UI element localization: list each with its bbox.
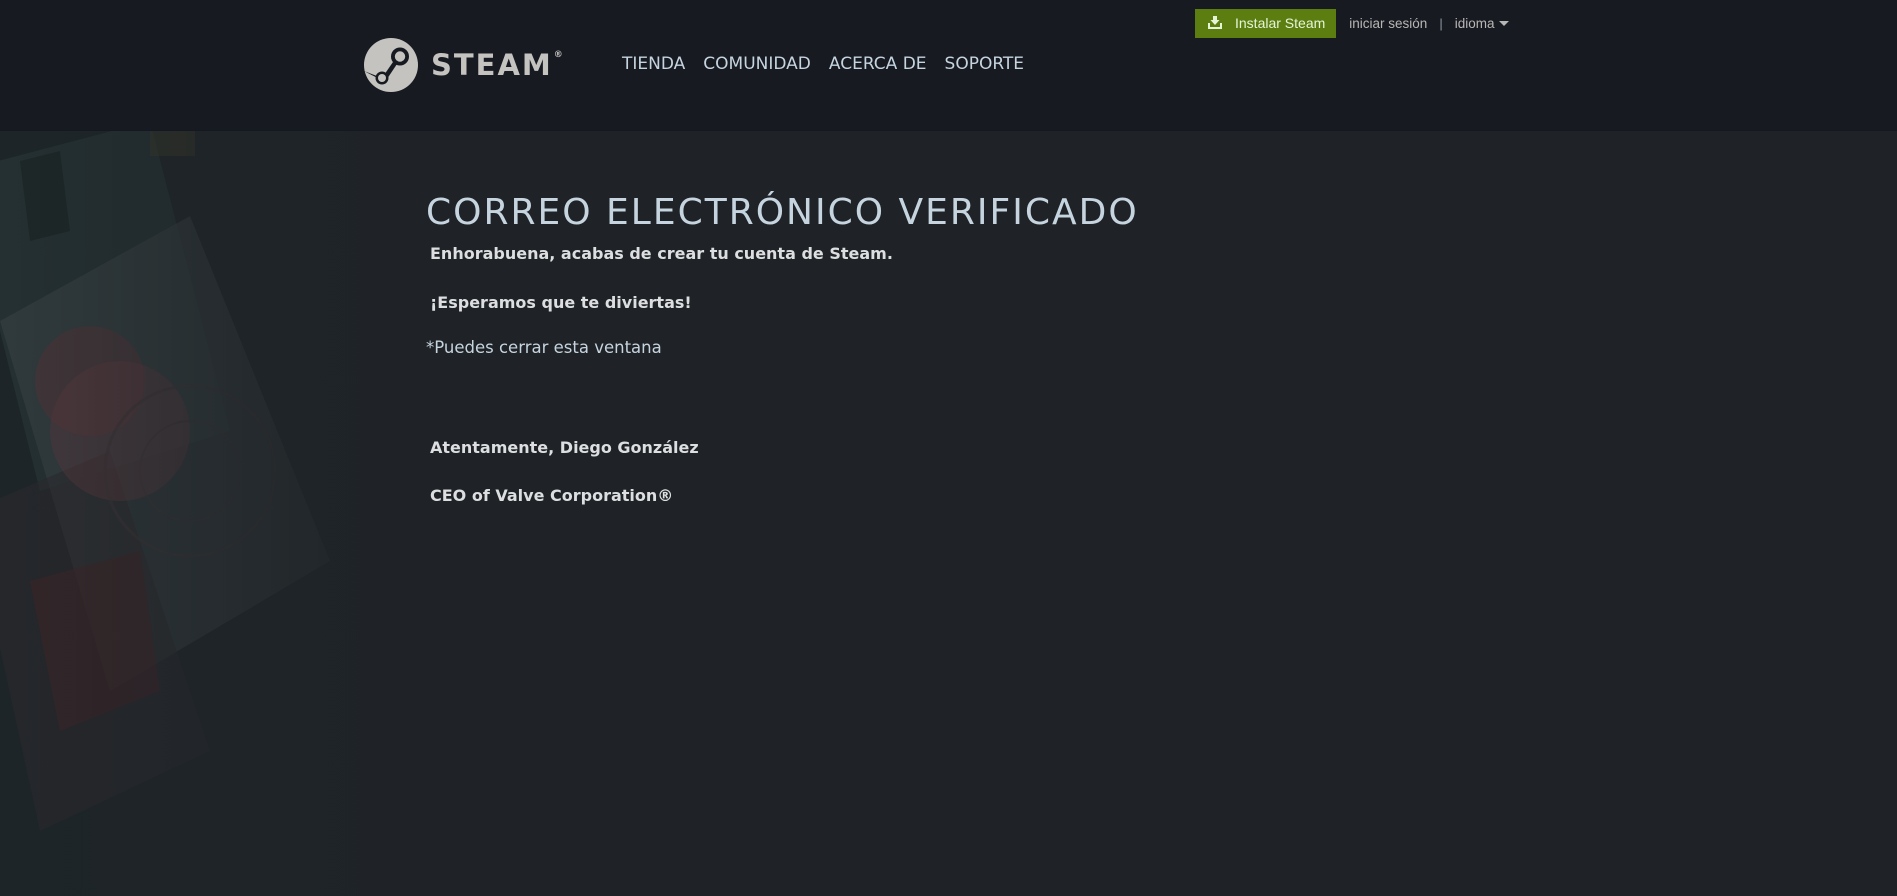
header-separator: | [1439, 15, 1443, 31]
hope-message: ¡Esperamos que te diviertas! [430, 293, 692, 312]
congrats-message: Enhorabuena, acabas de crear tu cuenta d… [430, 244, 893, 263]
steam-logo-icon [364, 38, 418, 92]
download-icon [1205, 15, 1225, 31]
nav-item-acerca-de[interactable]: ACERCA DE [829, 54, 927, 74]
global-actions: Instalar Steam iniciar sesión | idioma [1195, 8, 1510, 38]
nav-item-tienda[interactable]: TIENDA [622, 54, 685, 74]
close-window-note: *Puedes cerrar esta ventana [426, 338, 662, 357]
nav-item-comunidad[interactable]: COMUNIDAD [703, 54, 811, 74]
signature-title: CEO of Valve Corporation® [430, 486, 674, 505]
caret-down-icon [1499, 20, 1510, 26]
steam-logo[interactable]: STEAM ® [363, 36, 563, 94]
main-content: CORREO ELECTRÓNICO VERIFICADO Enhorabuen… [426, 192, 1526, 505]
page-title: CORREO ELECTRÓNICO VERIFICADO [426, 192, 1139, 233]
global-header: STEAM ® TIENDA COMUNIDAD ACERCA DE SOPORT… [0, 0, 1897, 131]
login-link[interactable]: iniciar sesión [1349, 16, 1427, 31]
logo-registered-mark: ® [553, 50, 563, 60]
language-dropdown[interactable]: idioma [1455, 16, 1510, 31]
signature-line: Atentamente, Diego González [430, 438, 699, 457]
logo-text: STEAM [431, 48, 553, 82]
steam-wordmark: STEAM ® [431, 48, 563, 82]
nav-item-soporte[interactable]: SOPORTE [945, 54, 1025, 74]
install-steam-label: Instalar Steam [1235, 15, 1326, 31]
main-nav: TIENDA COMUNIDAD ACERCA DE SOPORTE [622, 54, 1042, 74]
language-label: idioma [1454, 15, 1495, 31]
background-artwork [0, 131, 420, 896]
install-steam-button[interactable]: Instalar Steam [1195, 8, 1337, 38]
